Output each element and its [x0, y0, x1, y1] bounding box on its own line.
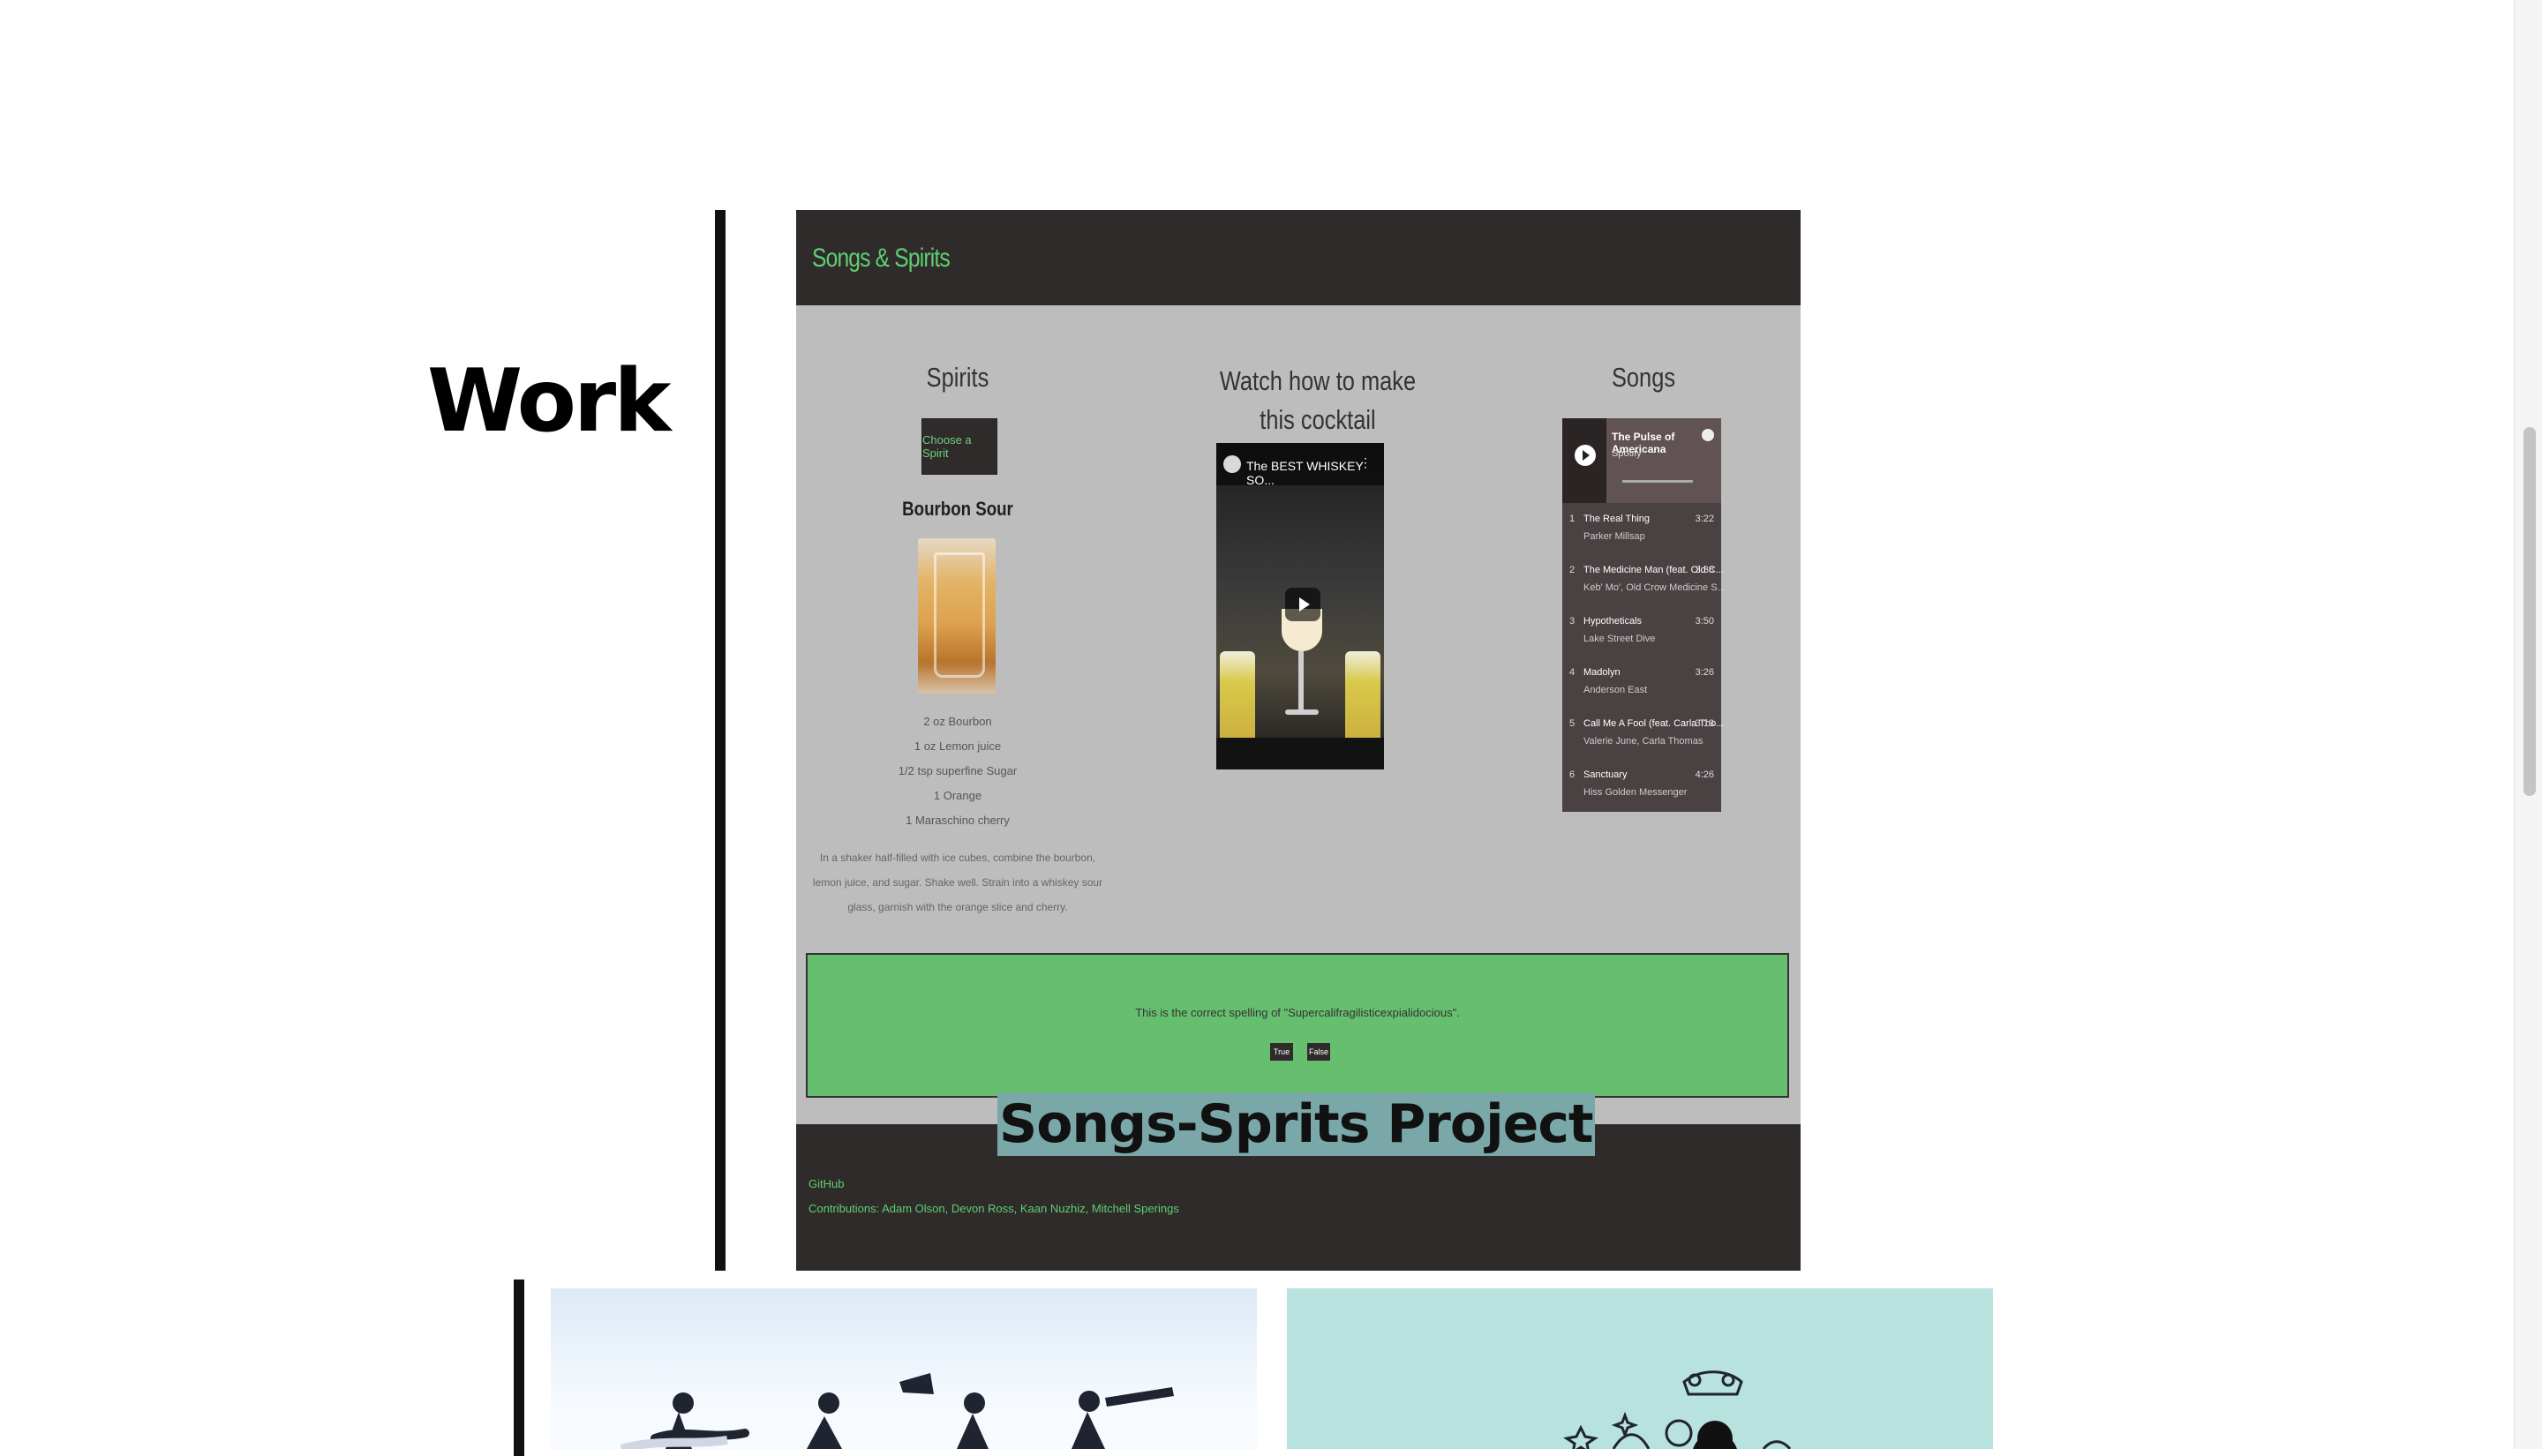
- drink-image: [918, 538, 996, 694]
- track-artist: Hiss Golden Messenger: [1583, 787, 1688, 798]
- track-duration: 3:13: [1695, 718, 1714, 729]
- track-name: The Real Thing: [1583, 514, 1651, 524]
- play-icon[interactable]: [1575, 445, 1596, 466]
- songs-title: Songs: [1611, 362, 1676, 393]
- track-number: 4: [1569, 667, 1576, 678]
- track-duration: 4:26: [1695, 769, 1714, 780]
- page-scrollbar[interactable]: [2514, 0, 2542, 1449]
- track-artist: Parker Millsap: [1583, 531, 1645, 542]
- ingredient-item: 2 oz Bourbon: [923, 715, 992, 728]
- track-number: 6: [1569, 769, 1576, 780]
- choose-spirit-button[interactable]: Choose a Spirit: [921, 418, 997, 475]
- quiz-false-button[interactable]: False: [1307, 1043, 1330, 1061]
- ingredient-item: 1 oz Lemon juice: [914, 739, 1002, 753]
- project-title-link[interactable]: Songs-Sprits Project: [997, 1092, 1595, 1156]
- track-duration: 3:38: [1695, 565, 1714, 575]
- track-item[interactable]: 4 Madolyn Anderson East 3:26: [1562, 660, 1721, 711]
- video-control-strip: [1216, 738, 1384, 769]
- track-artist: Anderson East: [1583, 685, 1648, 695]
- track-number: 5: [1569, 718, 1576, 729]
- project-brand: Songs & Spirits: [812, 244, 951, 273]
- track-item[interactable]: 1 The Real Thing Parker Millsap 3:22: [1562, 507, 1721, 558]
- drink-instructions: In a shaker half-filled with ice cubes, …: [812, 852, 1103, 913]
- channel-avatar: [1223, 455, 1241, 473]
- track-artist: Valerie June, Carla Thomas: [1583, 736, 1703, 747]
- ingredient-item: 1 Maraschino cherry: [906, 814, 1010, 827]
- spotify-logo-icon: [1702, 429, 1714, 441]
- contributors-text: Contributions: Adam Olson, Devon Ross, K…: [808, 1202, 1179, 1215]
- menu-dots-icon[interactable]: ⋮: [1359, 455, 1372, 470]
- track-artist: Lake Street Dive: [1583, 634, 1656, 644]
- quiz-question: This is the correct spelling of "Superca…: [1135, 1006, 1460, 1019]
- glass-base: [1285, 709, 1319, 715]
- track-name: Sanctuary: [1583, 769, 1628, 780]
- quiz-true-button[interactable]: True: [1270, 1043, 1293, 1061]
- team-illustration: [620, 1373, 1174, 1449]
- track-duration: 3:50: [1695, 616, 1714, 627]
- section-divider: [715, 210, 726, 1271]
- portfolio-page: Work Songs & Spirits Spirits Choose a Sp…: [0, 0, 2542, 1456]
- drink-name: Bourbon Sour: [902, 498, 1013, 520]
- track-list: 1 The Real Thing Parker Millsap 3:22 2 T…: [1562, 507, 1726, 814]
- track-name: Madolyn: [1583, 667, 1621, 678]
- track-duration: 3:26: [1695, 667, 1714, 678]
- ingredient-list: 2 oz Bourbon 1 oz Lemon juice 1/2 tsp su…: [884, 709, 1031, 833]
- track-duration: 3:22: [1695, 514, 1714, 524]
- spotify-embed[interactable]: The Pulse of Americana Spotify 1 The Rea…: [1562, 418, 1726, 814]
- playlist-source: Spotify: [1612, 448, 1642, 459]
- watch-title: Watch how to make this cocktail: [1219, 365, 1417, 435]
- track-artist: Keb' Mo', Old Crow Medicine S...: [1583, 582, 1726, 593]
- section-divider: [514, 1280, 524, 1456]
- track-item[interactable]: 6 Sanctuary Hiss Golden Messenger 4:26: [1562, 762, 1721, 814]
- glass-stem: [1298, 651, 1304, 711]
- track-item[interactable]: 3 Hypotheticals Lake Street Dive 3:50: [1562, 609, 1721, 660]
- track-item[interactable]: 5 Call Me A Fool (feat. Carla Tho... Val…: [1562, 711, 1724, 762]
- video-embed[interactable]: The BEST WHISKEY SO... ⋮: [1216, 443, 1384, 769]
- section-title: Work: [427, 351, 671, 452]
- ingredient-item: 1/2 tsp superfine Sugar: [898, 764, 1018, 777]
- ingredient-item: 1 Orange: [933, 789, 982, 802]
- project-thumbnail-team[interactable]: [551, 1288, 1257, 1449]
- spirits-title: Spirits: [926, 362, 989, 393]
- github-link[interactable]: GitHub: [808, 1177, 844, 1190]
- track-number: 3: [1569, 616, 1576, 627]
- track-name: Hypotheticals: [1583, 616, 1643, 627]
- playback-progress[interactable]: [1622, 480, 1693, 483]
- project-thumbnail-mind[interactable]: [1287, 1288, 1993, 1449]
- mind-illustration: [1563, 1370, 1792, 1449]
- track-number: 1: [1569, 514, 1576, 524]
- quiz-panel: This is the correct spelling of "Superca…: [806, 953, 1789, 1098]
- play-icon[interactable]: [1285, 588, 1320, 621]
- scrollbar-thumb[interactable]: [2523, 427, 2536, 796]
- track-number: 2: [1569, 565, 1576, 575]
- track-item[interactable]: 2 The Medicine Man (feat. Old C... Keb' …: [1562, 558, 1726, 609]
